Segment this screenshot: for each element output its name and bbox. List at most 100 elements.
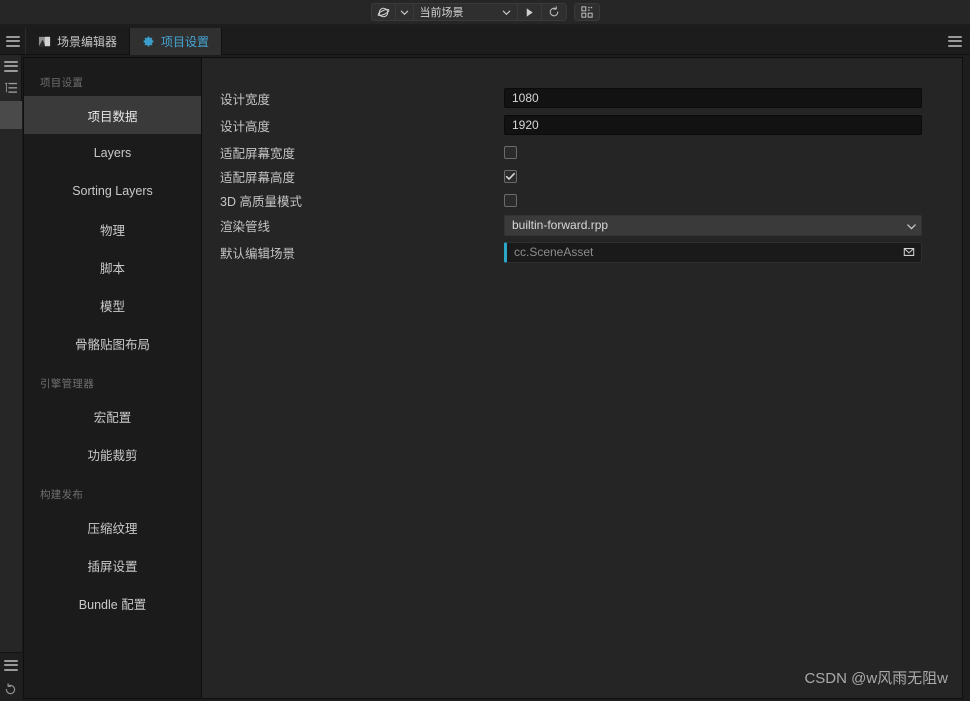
tabbar-menu-button[interactable] [0,28,26,54]
rail-reload-button[interactable] [0,677,22,701]
select-value: builtin-forward.rpp [512,218,609,232]
sidebar-item-splash-screen[interactable]: 插屏设置 [24,546,201,584]
play-icon [524,7,535,18]
input-value: 1920 [512,118,539,132]
design-width-input[interactable]: 1080 [504,88,922,108]
rail-menu-button[interactable] [0,55,22,77]
rail-hierarchy-button[interactable] [0,77,22,99]
asset-picker-icon[interactable] [903,246,915,258]
refresh-button[interactable] [542,4,566,20]
form-label: 3D 高质量模式 [220,194,302,209]
refresh-icon [548,6,560,18]
sidebar-item-layers[interactable]: Layers [24,134,201,172]
sidebar-item-label: 脚本 [99,261,125,276]
sidebar-item-label: 物理 [99,223,125,238]
settings-sidebar: 项目设置 项目数据 Layers Sorting Layers 物理 脚本 模型… [24,58,202,698]
checkmark-icon [505,171,516,182]
top-toolbar: 当前场景 [0,0,970,24]
form-row-3d-high-quality: 3D 高质量模式 [220,188,944,212]
tab-bar: 场景编辑器 项目设置 [0,28,970,55]
default-scene-asset-field[interactable]: cc.SceneAsset [504,241,922,263]
form-label: 设计宽度 [220,92,271,107]
design-height-input[interactable]: 1920 [504,115,922,135]
sidebar-item-label: 宏配置 [93,410,132,425]
tabbar-options-button[interactable] [940,28,970,54]
sidebar-item-sorting-layers[interactable]: Sorting Layers [24,172,201,210]
sidebar-item-project-data[interactable]: 项目数据 [24,96,201,134]
form-control: 1920 [504,115,944,135]
form-control: 1080 [504,88,944,108]
high-quality-3d-checkbox[interactable] [504,193,517,207]
settings-content: 设计宽度 1080 设计高度 1920 适配屏幕宽度 适配屏幕高度 3D 高质量… [202,58,962,698]
sidebar-item-skeleton-texture-layout[interactable]: 骨骼贴图布局 [24,324,201,362]
rail-active-tab-strip[interactable] [0,101,22,129]
form-label: 设计高度 [220,119,271,134]
play-button[interactable] [518,4,542,20]
left-rail [0,55,22,701]
form-label: 适配屏幕高度 [220,170,296,185]
fit-screen-height-checkbox[interactable] [504,169,517,183]
form-row-design-height: 设计高度 1920 [220,113,944,137]
form-row-render-pipeline: 渲染管线 builtin-forward.rpp [220,213,944,237]
sidebar-item-compressed-texture[interactable]: 压缩纹理 [24,508,201,546]
hamburger-icon [3,659,18,671]
sidebar-item-label: 压缩纹理 [87,521,138,536]
form-row-default-scene: 默认编辑场景 cc.SceneAsset [220,240,944,264]
form-control: cc.SceneAsset [504,241,944,263]
form-row-fit-screen-width: 适配屏幕宽度 [220,140,944,164]
form-label: 渲染管线 [220,219,271,234]
image-icon [38,35,51,48]
qr-code-icon [580,6,593,18]
device-preview-button[interactable] [575,4,599,20]
sidebar-item-label: 项目数据 [87,109,138,124]
sidebar-item-label: 插屏设置 [87,559,138,574]
sidebar-item-label: 骨骼贴图布局 [74,337,150,352]
form-control [504,169,944,183]
sidebar-item-label: 模型 [99,299,125,314]
preview-target-dropdown[interactable] [396,4,414,20]
form-control [504,193,944,207]
form-label: 默认编辑场景 [220,246,296,261]
rail-bottom-group [0,652,22,701]
sidebar-item-bundle-config[interactable]: Bundle 配置 [24,584,201,622]
fit-screen-width-checkbox[interactable] [504,145,517,159]
scene-select[interactable]: 当前场景 [414,4,518,20]
sidebar-item-physics[interactable]: 物理 [24,210,201,248]
render-pipeline-select[interactable]: builtin-forward.rpp [504,214,922,236]
chevron-down-icon [400,8,409,17]
globe-icon [377,6,390,19]
sidebar-item-label: Layers [93,146,132,160]
chevron-down-icon [502,8,511,17]
preview-target-button[interactable] [372,4,396,20]
tab-label: 项目设置 [161,35,210,49]
sidebar-item-feature-cropping[interactable]: 功能裁剪 [24,435,201,473]
project-settings-panel: 项目设置 项目数据 Layers Sorting Layers 物理 脚本 模型… [23,57,963,699]
sidebar-item-model[interactable]: 模型 [24,286,201,324]
sidebar-item-label: Sorting Layers [72,184,153,198]
sidebar-item-macro-config[interactable]: 宏配置 [24,397,201,435]
sidebar-item-label: Bundle 配置 [78,597,147,612]
form-label: 适配屏幕宽度 [220,146,296,161]
scene-select-value: 当前场景 [419,7,464,19]
rail-body [0,129,22,652]
rail-console-menu-button[interactable] [0,653,22,677]
tab-project-settings[interactable]: 项目设置 [130,28,223,55]
preview-toolbar-group: 当前场景 [370,3,567,21]
asset-placeholder: cc.SceneAsset [514,245,594,259]
refresh-icon [4,682,17,696]
sidebar-group-title: 引擎管理器 [40,378,94,390]
hierarchy-icon [4,82,18,94]
watermark: CSDN @w风雨无阻w [804,670,948,687]
device-preview-group [573,3,600,21]
tabbar-spacer [222,28,940,54]
gear-icon [142,35,155,48]
form-row-design-width: 设计宽度 1080 [220,86,944,110]
hamburger-icon [5,35,20,47]
hamburger-icon [948,35,962,47]
form-control: builtin-forward.rpp [504,214,944,236]
sidebar-item-label: 功能裁剪 [87,448,138,463]
sidebar-item-script[interactable]: 脚本 [24,248,201,286]
form-control [504,145,944,159]
tab-scene-editor[interactable]: 场景编辑器 [26,28,131,55]
sidebar-group-title: 构建发布 [40,489,84,501]
